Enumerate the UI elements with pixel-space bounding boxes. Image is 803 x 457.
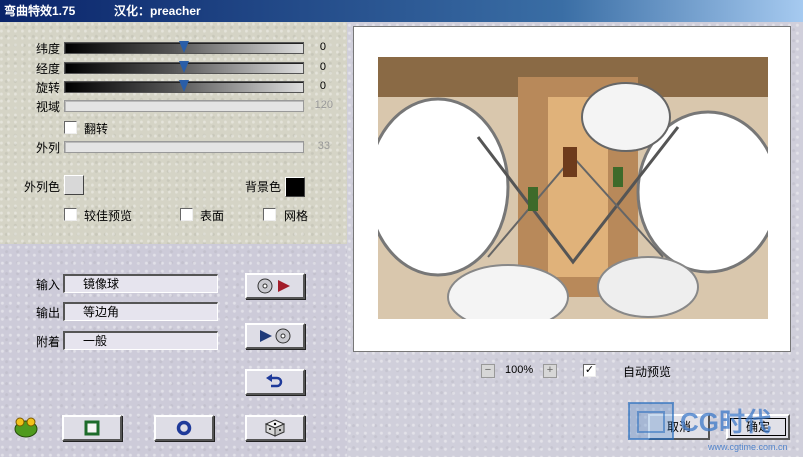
field-of-view-label: 视域: [36, 100, 61, 114]
random-button[interactable]: [245, 415, 305, 441]
flip-checkbox[interactable]: [64, 121, 77, 134]
longitude-slider-thumb[interactable]: [179, 61, 189, 73]
preview-canvas: [353, 26, 791, 352]
longitude-slider[interactable]: [64, 61, 304, 74]
rotation-slider[interactable]: [64, 80, 304, 93]
surface-label: 表面: [200, 209, 225, 223]
cd-play-icon: [257, 278, 290, 294]
undo-button[interactable]: [245, 369, 305, 395]
play-cd-icon: [260, 328, 291, 344]
input-mapping-select[interactable]: 镜像球: [63, 274, 218, 293]
preview-image: [378, 57, 768, 319]
outer-column-value: 33: [317, 140, 330, 152]
rotation-slider-thumb[interactable]: [179, 80, 189, 92]
auto-preview-checkbox[interactable]: ✓: [583, 364, 596, 377]
rotation-label: 旋转: [36, 81, 61, 95]
square-shape-button[interactable]: [62, 415, 122, 441]
frog-logo-icon: [14, 417, 38, 438]
attach-label: 附着: [36, 335, 61, 349]
outer-color-swatch[interactable]: [64, 175, 84, 195]
zoom-out-button[interactable]: −: [481, 364, 495, 378]
apply-reverse-button[interactable]: [245, 323, 305, 349]
undo-arrow-icon: [266, 374, 283, 388]
title-bar: 弯曲特效1.75 汉化：preacher: [0, 0, 803, 22]
watermark-brand: CG时代: [680, 407, 772, 437]
apply-forward-button[interactable]: [245, 273, 305, 299]
watermark: CG时代 www.cgtime.com.cn: [628, 400, 803, 457]
zoom-level: 100%: [505, 364, 534, 376]
rotation-value: 0: [319, 80, 326, 92]
longitude-label: 经度: [36, 62, 61, 76]
input-label: 输入: [36, 278, 61, 292]
better-preview-label: 较佳预览: [84, 209, 133, 223]
better-preview-checkbox[interactable]: [64, 208, 77, 221]
dice-icon: [265, 419, 285, 437]
attach-mode-select[interactable]: 一般: [63, 331, 218, 350]
surface-checkbox[interactable]: [180, 208, 193, 221]
latitude-slider-thumb[interactable]: [179, 41, 189, 53]
longitude-value: 0: [319, 61, 326, 73]
flip-label: 翻转: [84, 122, 109, 136]
field-of-view-value: 120: [314, 99, 333, 111]
grid-checkbox[interactable]: [263, 208, 276, 221]
background-color-swatch[interactable]: [285, 177, 305, 197]
outer-color-label: 外列色: [24, 180, 61, 194]
zoom-in-button[interactable]: +: [543, 364, 557, 378]
square-icon: [84, 420, 100, 436]
outer-column-slider[interactable]: [64, 141, 304, 153]
outer-column-label: 外列: [36, 141, 61, 155]
latitude-label: 纬度: [36, 42, 61, 56]
window-title: 弯曲特效1.75: [4, 4, 76, 18]
field-of-view-slider[interactable]: [64, 100, 304, 112]
watermark-url: www.cgtime.com.cn: [708, 442, 788, 452]
ring-shape-button[interactable]: [154, 415, 214, 441]
grid-label: 网格: [284, 209, 309, 223]
latitude-slider[interactable]: [64, 41, 304, 54]
ring-icon: [176, 420, 192, 436]
output-mapping-select[interactable]: 等边角: [63, 302, 218, 321]
translator-credit: 汉化：preacher: [114, 4, 201, 18]
auto-preview-label: 自动预览: [623, 365, 672, 379]
output-label: 输出: [36, 306, 61, 320]
plugin-window: 弯曲特效1.75 汉化：preacher 纬度 0 经度 0 旋转 0 视域 1…: [0, 0, 803, 457]
latitude-value: 0: [319, 41, 326, 53]
background-color-label: 背景色: [245, 180, 282, 194]
